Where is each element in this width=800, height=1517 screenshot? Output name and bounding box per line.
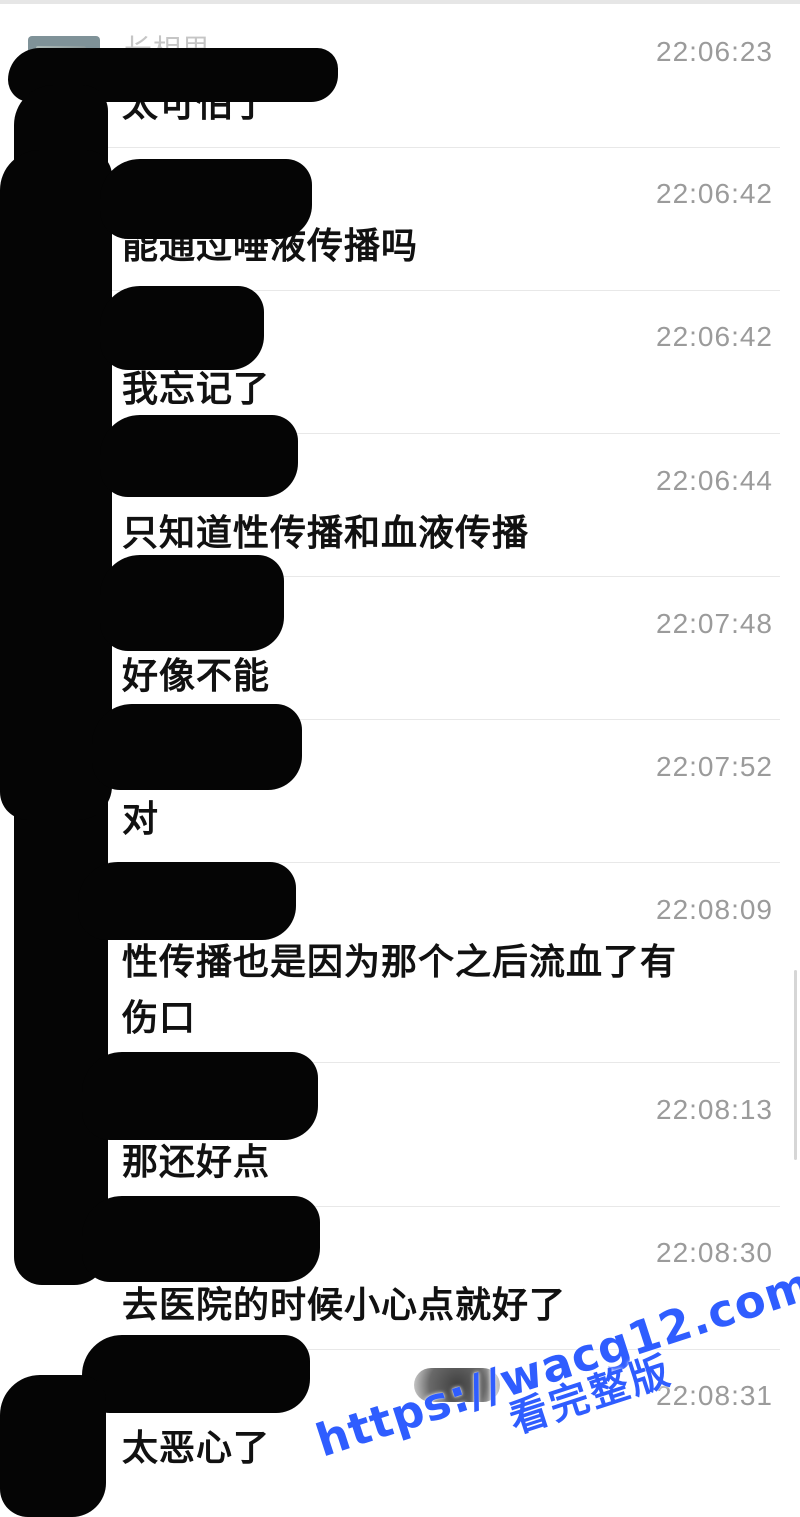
message-row[interactable]: 长相思 22:06:23 太可怕了 (0, 30, 800, 148)
blur-mark (414, 1368, 500, 1402)
sender-name: 梨 (124, 605, 154, 638)
message-text: 太可怕了 (122, 84, 271, 125)
message-divider (104, 1062, 780, 1063)
message-text: 性传播也是因为那个之后流血了有 伤口 (122, 942, 678, 1039)
message-text: 太恶心了 (122, 1428, 271, 1469)
message-divider (104, 1206, 780, 1207)
chat-history-screen: 长相思 22:06:23 太可怕了 长相思 22:06:42 能通过唾液传播吗 … (0, 0, 800, 1517)
message-text: 那还好点 (122, 1142, 271, 1183)
sender-name: 梨 (124, 748, 154, 781)
message-timestamp: 22:07:52 (656, 751, 773, 782)
message-text: 能通过唾液传播吗 (122, 226, 419, 267)
message-row[interactable]: 长相思 22:06:42 能通过唾液传播吗 (0, 172, 800, 290)
message-row[interactable]: 长相思 22:08:30 去医院的时候小心点就好了 (0, 1231, 800, 1349)
message-timestamp: 22:06:42 (656, 321, 773, 352)
message-text: 对 (122, 799, 160, 840)
sender-name: 梨 (124, 1377, 154, 1410)
sender-name: 长相思 (124, 175, 212, 208)
message-text: 好像不能 (122, 656, 271, 697)
message-row[interactable]: 梨 22:08:31 太恶心了 (0, 1374, 800, 1492)
sender-name: 长相思 (124, 33, 212, 66)
message-timestamp: 22:08:09 (656, 894, 773, 925)
message-timestamp: 22:08:13 (656, 1094, 773, 1125)
sender-name: 长相思 (124, 1234, 212, 1267)
message-row[interactable]: 梨 22:08:09 性传播也是因为那个之后流血了有 伤口 (0, 888, 800, 1062)
message-timestamp: 22:07:48 (656, 608, 773, 639)
message-row[interactable]: 长相思 22:06:44 只知道性传播和血液传播 (0, 459, 800, 577)
message-row[interactable]: 长相思 22:08:13 那还好点 (0, 1088, 800, 1206)
message-divider (104, 719, 780, 720)
avatar (28, 1380, 100, 1452)
sender-name: 梨 (124, 891, 154, 924)
message-row[interactable]: 梨 22:07:48 好像不能 (0, 602, 800, 720)
avatar (28, 36, 100, 108)
message-divider (104, 1349, 780, 1350)
sender-name: 长相思 (124, 1091, 212, 1124)
scroll-indicator[interactable] (794, 970, 797, 1160)
message-divider (104, 147, 780, 148)
message-timestamp: 22:08:31 (656, 1380, 773, 1411)
message-divider (104, 433, 780, 434)
chat-message-list[interactable]: 长相思 22:06:23 太可怕了 长相思 22:06:42 能通过唾液传播吗 … (0, 0, 800, 1517)
message-timestamp: 22:06:23 (656, 36, 773, 67)
message-text: 只知道性传播和血液传播 (122, 513, 530, 554)
message-divider (104, 862, 780, 863)
message-text: 我忘记了 (122, 369, 271, 410)
sender-name: 长相思 (124, 318, 212, 351)
avatar (28, 1094, 100, 1166)
message-row[interactable]: 长相思 22:06:42 我忘记了 (0, 315, 800, 433)
sender-name: 长相思 (124, 462, 212, 495)
message-divider (104, 290, 780, 291)
message-timestamp: 22:08:30 (656, 1237, 773, 1268)
message-timestamp: 22:06:42 (656, 178, 773, 209)
message-divider (104, 576, 780, 577)
message-text: 去医院的时候小心点就好了 (122, 1285, 567, 1326)
message-timestamp: 22:06:44 (656, 465, 773, 496)
message-row[interactable]: 梨 22:07:52 对 (0, 745, 800, 863)
